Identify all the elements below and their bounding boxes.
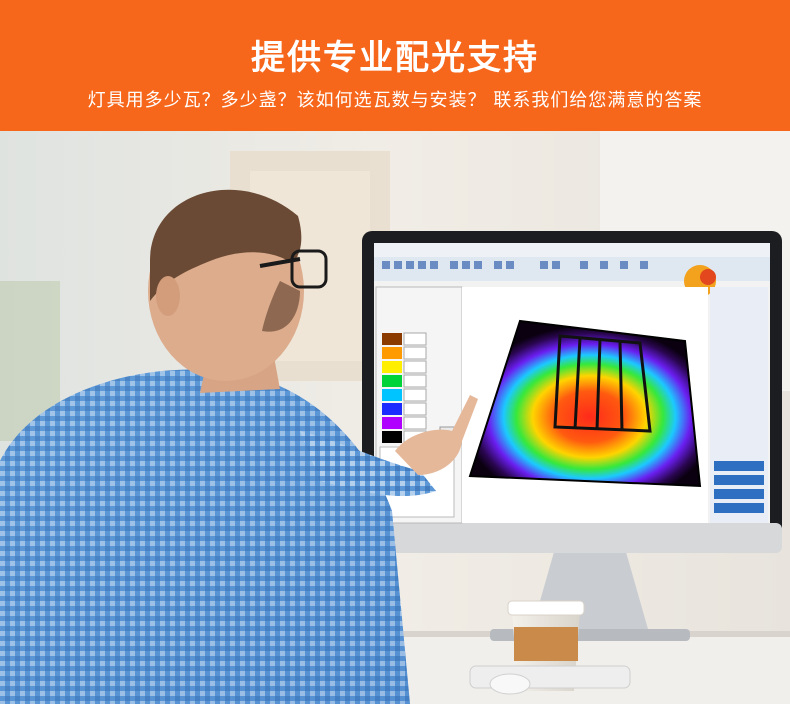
office-photo — [0, 131, 790, 704]
photo-illustration — [0, 131, 790, 704]
orange-banner: 提供专业配光支持 灯具用多少瓦？多少盏？该如何选瓦数与安装？ 联系我们给您满意的… — [0, 0, 790, 131]
banner-title: 提供专业配光支持 — [251, 38, 539, 78]
banner-subtitle: 灯具用多少瓦？多少盏？该如何选瓦数与安装？ 联系我们给您满意的答案 — [87, 90, 703, 111]
